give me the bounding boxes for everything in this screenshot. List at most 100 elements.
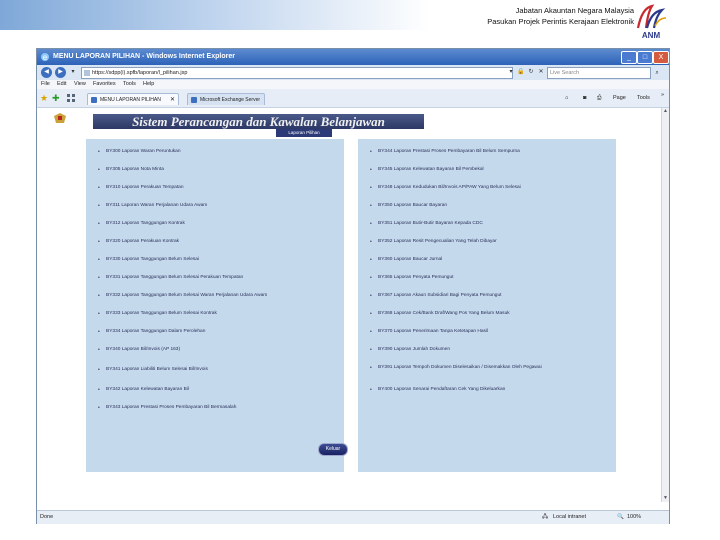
report-link-label[interactable]: BY370 Laporan Penerimaan Tanpa Ketetapan…: [370, 329, 584, 335]
report-link-label[interactable]: BY334 Laporan Tanggungan Dalam Perolehan: [98, 329, 334, 335]
maximize-button[interactable]: □: [637, 51, 653, 64]
report-link-label[interactable]: BY350 Laporan Baucar Bayaran: [370, 203, 584, 209]
add-favorite-icon[interactable]: ✚: [52, 93, 60, 103]
tab-close-icon[interactable]: ✕: [170, 94, 175, 106]
tab-page-icon: [91, 97, 97, 103]
report-link-item[interactable]: • BY360 Laporan Baucar Jurnal: [370, 257, 584, 263]
report-link-item[interactable]: • BY343 Laporan Prestasi Proses Pembayara…: [98, 405, 334, 411]
report-link-label[interactable]: BY360 Laporan Baucar Jurnal: [370, 257, 584, 263]
report-link-label[interactable]: BY311 Laporan Waran Perjalanan Udara Awa…: [98, 203, 334, 209]
lock-icon[interactable]: 🔒: [517, 68, 525, 76]
menu-help[interactable]: Help: [143, 80, 154, 89]
report-link-item[interactable]: • BY368 Laporan Cek/Bank Draf/Wang Pos Ya…: [370, 311, 584, 317]
zoom-level[interactable]: 100%: [627, 511, 641, 524]
forward-button[interactable]: ▶: [55, 67, 66, 78]
scroll-down-icon[interactable]: ▼: [662, 495, 669, 502]
quick-tabs-icon[interactable]: [67, 94, 75, 102]
report-link-label[interactable]: BY391 Laporan Tempoh Dokumen Diselesaika…: [370, 365, 584, 371]
report-link-label[interactable]: BY330 Laporan Tanggungan Belum Selesai: [98, 257, 334, 263]
report-link-item[interactable]: • BY345 Laporan Kelewatan Bayaran Bil Pem…: [370, 167, 584, 173]
report-link-label[interactable]: BY300 Laporan Waran Peruntukan: [98, 149, 334, 155]
url-field[interactable]: https://sdpp(i).spfb/laporan/l_pilihan.j…: [81, 67, 513, 79]
menu-view[interactable]: View: [74, 80, 86, 89]
report-link-label[interactable]: BY320 Laporan Perakuan Kontrak: [98, 239, 334, 245]
report-link-item[interactable]: • BY370 Laporan Penerimaan Tanpa Ketetapa…: [370, 329, 584, 335]
anm-logo: ANM: [636, 4, 667, 40]
report-link-item[interactable]: • BY391 Laporan Tempoh Dokumen Diselesaik…: [370, 365, 584, 371]
report-link-item[interactable]: • BY340 Laporan Bil/Invois (AP 163): [98, 347, 334, 353]
report-link-item[interactable]: • BY352 Laporan Resit Pengecualian Yang T…: [370, 239, 584, 245]
minimize-button[interactable]: _: [621, 51, 637, 64]
report-link-label[interactable]: BY340 Laporan Bil/Invois (AP 163): [98, 347, 334, 353]
report-link-item[interactable]: • BY367 Laporan Akaun Subsidiari Bagi Pen…: [370, 293, 584, 299]
stop-icon[interactable]: ✕: [537, 68, 545, 76]
zoom-icon[interactable]: 🔍: [617, 511, 624, 524]
report-link-item[interactable]: • BY330 Laporan Tanggungan Belum Selesai: [98, 257, 334, 263]
report-link-label[interactable]: BY351 Laporan Butir-Butir Bayaran Kepada…: [370, 221, 584, 227]
tab-exchange-server[interactable]: Microsoft Exchange Server: [187, 93, 265, 105]
bullet-icon: •: [98, 367, 100, 373]
report-link-label[interactable]: BY341 Laporan Liabiliti Belum Selesai Bi…: [98, 367, 334, 373]
tab-menu-laporan[interactable]: MENU LAPORAN PILIHAN ✕: [87, 93, 179, 105]
report-link-item[interactable]: • BY331 Laporan Tanggungan Belum Selesai …: [98, 275, 334, 281]
favorites-star-icon[interactable]: ★: [40, 93, 48, 103]
report-link-label[interactable]: BY368 Laporan Cek/Bank Draf/Wang Pos Yan…: [370, 311, 584, 317]
report-link-label[interactable]: BY310 Laporan Perakuan Tempatan: [98, 185, 334, 191]
search-input[interactable]: Live Search: [547, 67, 651, 79]
report-link-item[interactable]: • BY344 Laporan Prestasi Proses Pembayara…: [370, 149, 584, 155]
report-link-item[interactable]: • BY342 Laporan Kelewatan Bayaran Bil: [98, 387, 334, 393]
bullet-icon: •: [98, 239, 100, 245]
report-link-label[interactable]: BY305 Laporan Nota Minta: [98, 167, 334, 173]
vertical-scrollbar[interactable]: ▲ ▼: [661, 108, 669, 502]
url-dropdown-icon[interactable]: ▾: [507, 68, 515, 76]
tools-menu[interactable]: Tools: [637, 93, 650, 103]
page-menu[interactable]: Page: [613, 93, 626, 103]
report-link-label[interactable]: BY390 Laporan Jumlah Dokumen: [370, 347, 584, 353]
report-link-label[interactable]: BY342 Laporan Kelewatan Bayaran Bil: [98, 387, 334, 393]
report-link-item[interactable]: • BY300 Laporan Waran Peruntukan: [98, 149, 334, 155]
menu-tools[interactable]: Tools: [123, 80, 136, 89]
report-link-item[interactable]: • BY333 Laporan Tanggungan Belum Selesai …: [98, 311, 334, 317]
report-link-item[interactable]: • BY400 Laporan Senarai Pendaftaran Cek Y…: [370, 387, 584, 393]
back-button[interactable]: ◀: [41, 67, 52, 78]
close-button[interactable]: X: [653, 51, 669, 64]
home-icon[interactable]: ⌂: [565, 93, 568, 103]
report-link-label[interactable]: BY332 Laporan Tanggungan Belum Selesai W…: [98, 293, 334, 299]
report-link-item[interactable]: • BY332 Laporan Tanggungan Belum Selesai …: [98, 293, 334, 299]
report-link-label[interactable]: BY365 Laporan Penyata Pemungut: [370, 275, 584, 281]
refresh-icon[interactable]: ↻: [527, 68, 535, 76]
bullet-icon: •: [98, 221, 100, 227]
menu-edit[interactable]: Edit: [57, 80, 66, 89]
report-link-label[interactable]: BY331 Laporan Tanggungan Belum Selesai P…: [98, 275, 334, 281]
report-link-item[interactable]: • BY320 Laporan Perakuan Kontrak: [98, 239, 334, 245]
report-link-label[interactable]: BY343 Laporan Prestasi Proses Pembayaran…: [98, 405, 334, 411]
menu-file[interactable]: File: [41, 80, 50, 89]
feeds-icon[interactable]: ◙: [583, 93, 586, 103]
keluar-button[interactable]: Keluar: [318, 443, 348, 456]
report-link-label[interactable]: BY344 Laporan Prestasi Proses Pembayaran…: [370, 149, 584, 155]
report-link-label[interactable]: BY345 Laporan Kelewatan Bayaran Bil Pemb…: [370, 167, 584, 173]
report-link-label[interactable]: BY348 Laporan Kedudukan Bil/Invois AP/PA…: [370, 185, 584, 191]
report-link-item[interactable]: • BY312 Laporan Tanggungan Kontrak: [98, 221, 334, 227]
report-link-item[interactable]: • BY334 Laporan Tanggungan Dalam Peroleha…: [98, 329, 334, 335]
search-icon[interactable]: ⌕: [651, 68, 663, 78]
report-link-item[interactable]: • BY310 Laporan Perakuan Tempatan: [98, 185, 334, 191]
report-link-item[interactable]: • BY365 Laporan Penyata Pemungut: [370, 275, 584, 281]
history-dropdown-icon[interactable]: ▾: [69, 68, 77, 76]
report-link-label[interactable]: BY352 Laporan Resit Pengecualian Yang Te…: [370, 239, 584, 245]
report-link-item[interactable]: • BY348 Laporan Kedudukan Bil/Invois AP/P…: [370, 185, 584, 191]
print-icon[interactable]: ⎙: [597, 93, 601, 103]
report-link-label[interactable]: BY333 Laporan Tanggungan Belum Selesai K…: [98, 311, 334, 317]
toolbar-overflow-icon[interactable]: »: [661, 90, 664, 100]
menu-favorites[interactable]: Favorites: [93, 80, 116, 89]
scroll-up-icon[interactable]: ▲: [662, 108, 669, 115]
report-link-label[interactable]: BY400 Laporan Senarai Pendaftaran Cek Ya…: [370, 387, 584, 393]
report-link-label[interactable]: BY367 Laporan Akaun Subsidiari Bagi Peny…: [370, 293, 584, 299]
report-link-item[interactable]: • BY390 Laporan Jumlah Dokumen: [370, 347, 584, 353]
report-link-item[interactable]: • BY351 Laporan Butir-Butir Bayaran Kepad…: [370, 221, 584, 227]
report-link-item[interactable]: • BY305 Laporan Nota Minta: [98, 167, 334, 173]
report-link-item[interactable]: • BY350 Laporan Baucar Bayaran: [370, 203, 584, 209]
report-link-item[interactable]: • BY311 Laporan Waran Perjalanan Udara Aw…: [98, 203, 334, 209]
report-link-label[interactable]: BY312 Laporan Tanggungan Kontrak: [98, 221, 334, 227]
report-link-item[interactable]: • BY341 Laporan Liabiliti Belum Selesai B…: [98, 367, 334, 373]
